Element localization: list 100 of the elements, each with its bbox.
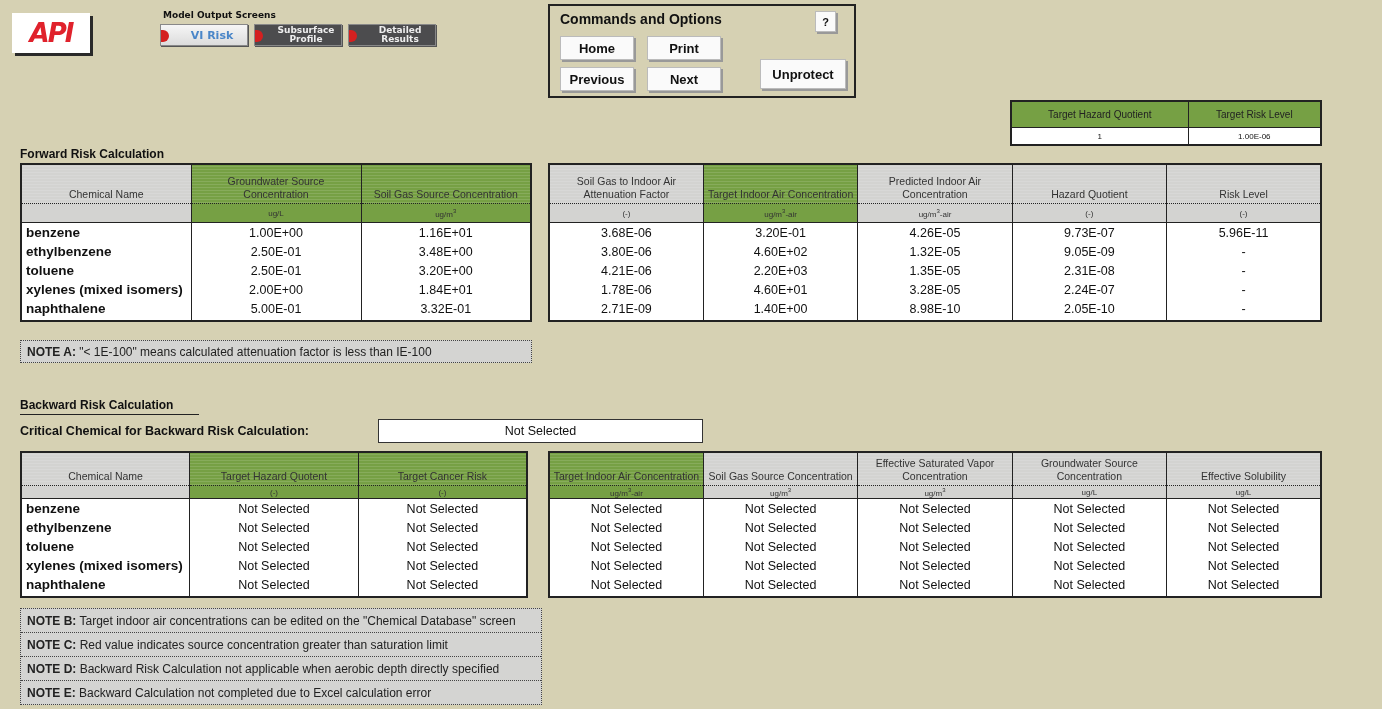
table-cell: 3.68E-06	[549, 222, 704, 242]
command-button[interactable]: Home	[560, 36, 634, 60]
screen-tab[interactable]: Detailed Results	[348, 24, 436, 46]
column-header: Soil Gas Source Concentration	[703, 452, 858, 486]
unit-label: ug/m$^{3}$-air	[857, 203, 1013, 223]
column-header: Soil Gas to Indoor Air Attenuation Factor	[549, 164, 704, 204]
table-cell: Not Selected	[1166, 575, 1321, 597]
unit-label: ug/m$^{3}$-air	[703, 203, 858, 223]
chemical-name: xylenes (mixed isomers)	[21, 556, 190, 575]
table-cell: -	[1166, 299, 1321, 321]
table-cell: 3.32E-01	[361, 299, 531, 321]
table-cell: 9.05E-09	[1012, 242, 1167, 261]
table-cell: Not Selected	[358, 498, 527, 518]
table-cell: Not Selected	[1012, 556, 1167, 575]
table-cell: Not Selected	[857, 518, 1013, 537]
table-cell: 2.71E-09	[549, 299, 704, 321]
unit-label: (-)	[189, 485, 359, 499]
column-header: Soil Gas Source Concentration	[361, 164, 531, 204]
help-button[interactable]: ?	[815, 11, 836, 32]
section-title: Backward Risk Calculation	[20, 398, 200, 415]
table-cell: 3.20E-01	[703, 222, 858, 242]
command-button[interactable]: Next	[647, 67, 721, 91]
logo-text: API	[29, 18, 73, 48]
unit-label: ug/m$^{3}$	[361, 203, 531, 223]
column-header: Target Indoor Air Concentration	[703, 164, 858, 204]
tab-marker-icon	[161, 30, 169, 42]
section-title: Forward Risk Calculation	[20, 147, 165, 161]
table-cell: 2.50E-01	[191, 242, 361, 261]
table-cell: 1.84E+01	[361, 280, 531, 299]
table-cell: Not Selected	[1166, 518, 1321, 537]
table-cell: 1.35E-05	[857, 261, 1013, 280]
table-cell: Not Selected	[1166, 537, 1321, 556]
chemical-name: ethylbenzene	[21, 242, 191, 261]
command-button[interactable]: Previous	[560, 67, 634, 91]
table-cell: 2.20E+03	[703, 261, 858, 280]
critical-chemical-field[interactable]: Not Selected	[378, 419, 703, 443]
table-cell: Not Selected	[1012, 498, 1167, 518]
unit-label: ug/m$^{3}$	[857, 485, 1013, 499]
table-cell: 1.78E-06	[549, 280, 704, 299]
column-header: Target Hazard Quotient	[1011, 101, 1189, 128]
table-cell: 2.05E-10	[1012, 299, 1167, 321]
table-cell: 9.73E-07	[1012, 222, 1167, 242]
table-cell: 4.60E+01	[703, 280, 858, 299]
chemical-name: toluene	[21, 261, 191, 280]
command-button[interactable]: Print	[647, 36, 721, 60]
table-cell: 3.48E+00	[361, 242, 531, 261]
screen-tab[interactable]: Subsurface Profile	[254, 24, 342, 46]
table-cell: 5.00E-01	[191, 299, 361, 321]
table-cell: Not Selected	[703, 498, 858, 518]
table-cell: Not Selected	[549, 556, 704, 575]
note-text: NOTE A: "< 1E-100" means calculated attenuation factor is less than IE-100	[27, 344, 432, 359]
column-header: Target Cancer Risk	[358, 452, 527, 486]
table-cell: Not Selected	[703, 556, 858, 575]
table-cell: Not Selected	[857, 537, 1013, 556]
table-cell: 3.28E-05	[857, 280, 1013, 299]
note-text: NOTE C: Red value indicates source concentration greater than saturation limit	[27, 637, 448, 652]
column-header: Chemical Name	[21, 164, 191, 204]
table-cell: 1.40E+00	[703, 299, 858, 321]
table-cell: 1.32E-05	[857, 242, 1013, 261]
table-cell: 4.60E+02	[703, 242, 858, 261]
column-header: Hazard Quotient	[1012, 164, 1167, 204]
table-cell: 1.16E+01	[361, 222, 531, 242]
tab-marker-icon	[255, 30, 263, 42]
table-cell: 2.31E-08	[1012, 261, 1167, 280]
tab-marker-icon	[349, 30, 357, 42]
table-cell: Not Selected	[1012, 518, 1167, 537]
table-cell: Not Selected	[549, 537, 704, 556]
table-cell: Not Selected	[703, 575, 858, 597]
table-cell: -	[1166, 261, 1321, 280]
table-cell: Not Selected	[549, 575, 704, 597]
table-cell: Not Selected	[1166, 556, 1321, 575]
table-cell: Not Selected	[1012, 575, 1167, 597]
table-cell: Not Selected	[358, 556, 527, 575]
table-cell: Not Selected	[703, 518, 858, 537]
table-cell: Not Selected	[358, 575, 527, 597]
chemical-name: ethylbenzene	[21, 518, 190, 537]
table-cell: Not Selected	[358, 537, 527, 556]
table-cell: 4.21E-06	[549, 261, 704, 280]
table-cell: Not Selected	[857, 498, 1013, 518]
column-header: Groundwater Source Concentration	[191, 164, 361, 204]
unit-label: (-)	[1012, 203, 1167, 223]
column-header: Target Indoor Air Concentration	[549, 452, 704, 486]
column-header: Effective Saturated Vapor Concentration	[857, 452, 1013, 486]
table-cell: Not Selected	[189, 537, 359, 556]
table-cell: Not Selected	[857, 575, 1013, 597]
column-header: Predicted Indoor Air Concentration	[857, 164, 1013, 204]
note-text: NOTE B: Target indoor air concentrations can be edited on the "Chemical Database" screen	[27, 613, 516, 628]
panel-title: Commands and Options	[560, 11, 723, 27]
table-cell: 1	[1011, 127, 1189, 145]
table-cell: 2.24E-07	[1012, 280, 1167, 299]
chemical-name: naphthalene	[21, 299, 191, 321]
table-cell: 3.80E-06	[549, 242, 704, 261]
table-cell: Not Selected	[1012, 537, 1167, 556]
note-text: NOTE D: Backward Risk Calculation not applicable when aerobic depth directly specified	[27, 661, 500, 676]
unprotect-button[interactable]: Unprotect	[760, 59, 846, 89]
table-cell: 1.00E-06	[1188, 127, 1321, 145]
table-cell: Not Selected	[189, 518, 359, 537]
table-cell: 2.50E-01	[191, 261, 361, 280]
unit-label: (-)	[549, 203, 704, 223]
chemical-name: toluene	[21, 537, 190, 556]
